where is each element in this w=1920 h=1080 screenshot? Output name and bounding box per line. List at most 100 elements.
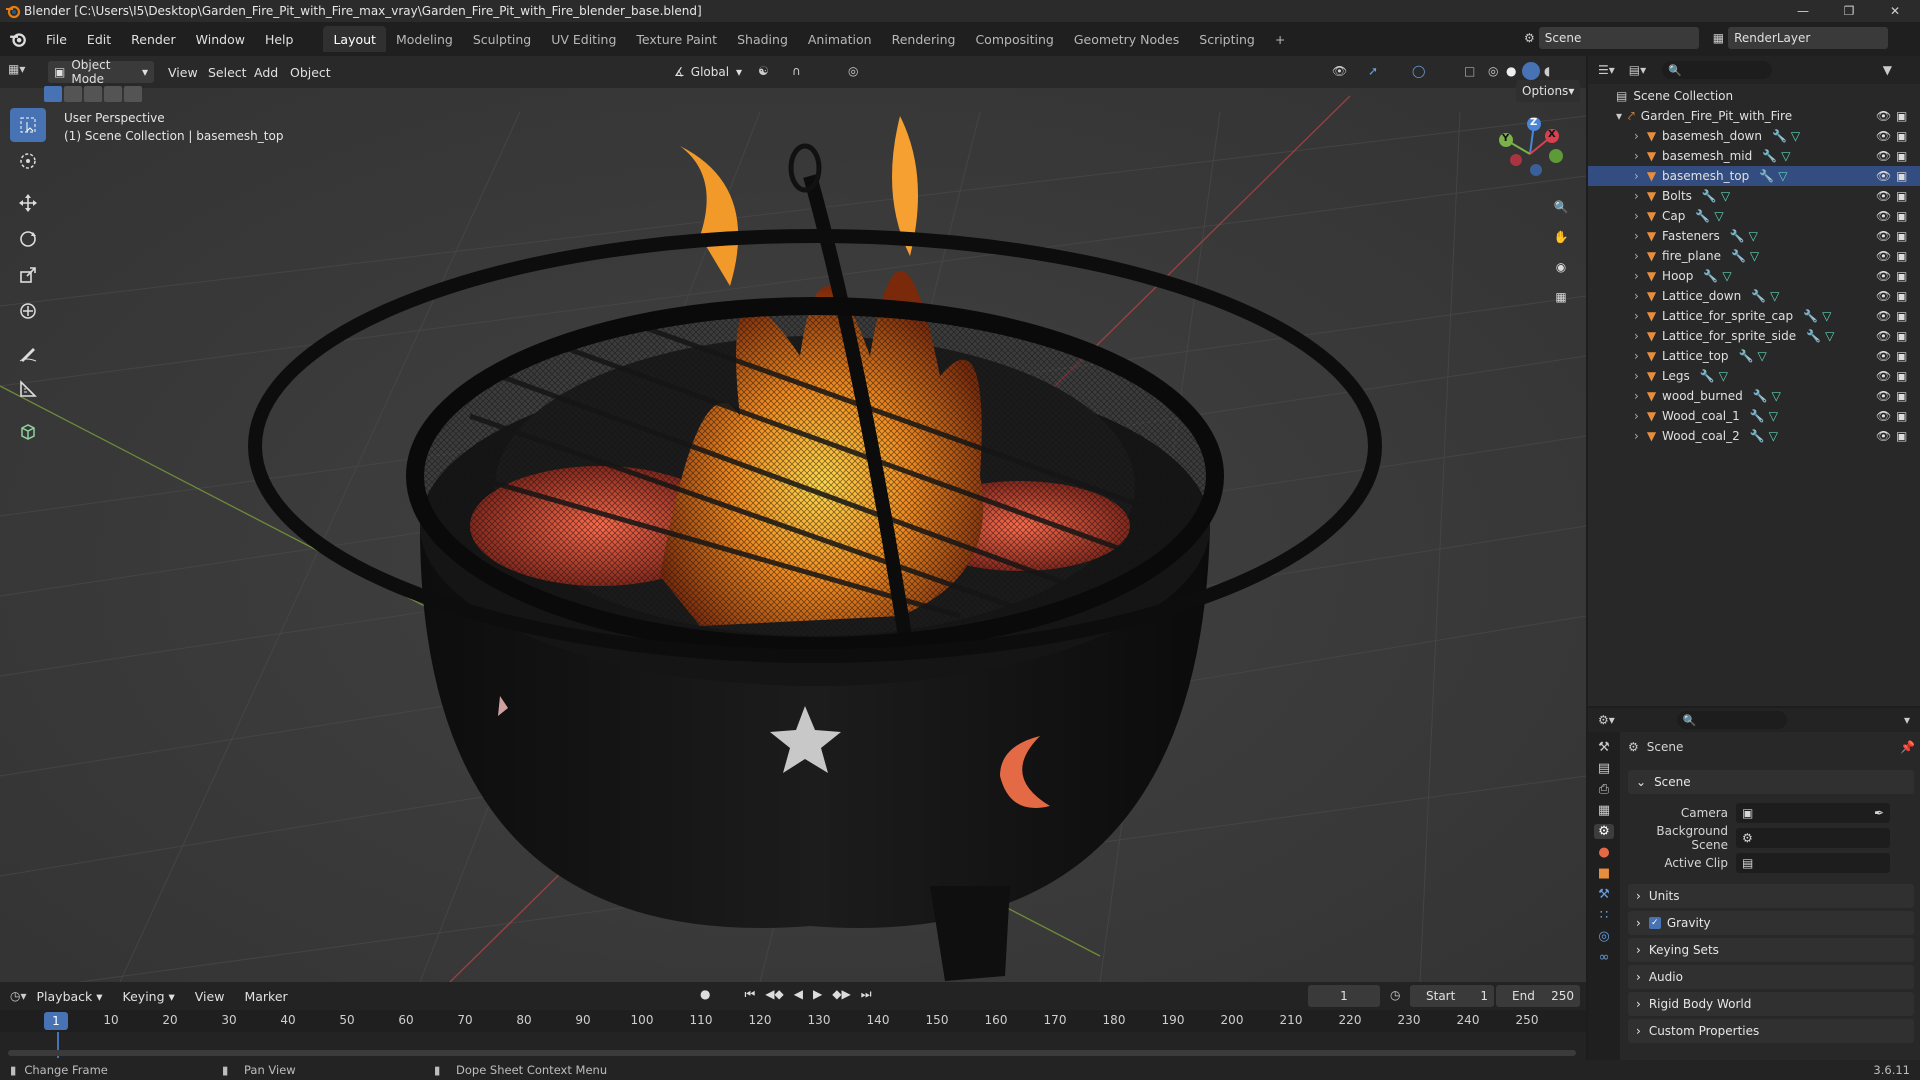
- zoom-icon[interactable]: 🔍: [1550, 196, 1572, 218]
- chevron-right-icon[interactable]: ›: [1634, 269, 1639, 283]
- display-mode-icon[interactable]: ▤▾: [1629, 63, 1646, 77]
- mesh-data-icon[interactable]: ▽: [1749, 229, 1758, 243]
- eye-icon[interactable]: 👁: [1876, 249, 1891, 263]
- object-tab-icon[interactable]: ■: [1598, 866, 1610, 881]
- mesh-data-icon[interactable]: ▽: [1772, 389, 1781, 403]
- modifier-wrench-icon[interactable]: 🔧: [1750, 409, 1765, 423]
- camera-view-icon[interactable]: ◉: [1550, 256, 1572, 278]
- ortho-grid-icon[interactable]: ▦: [1550, 286, 1572, 308]
- snap-magnet-icon[interactable]: ∩: [792, 64, 801, 78]
- eye-icon[interactable]: 👁: [1876, 289, 1891, 303]
- menu-file[interactable]: File: [36, 22, 77, 56]
- blender-menu-icon[interactable]: [0, 30, 36, 48]
- camera-render-icon[interactable]: ▣: [1896, 229, 1907, 243]
- world-tab-icon[interactable]: ●: [1598, 845, 1609, 860]
- audio-panel-header[interactable]: › Audio: [1628, 965, 1914, 989]
- chevron-right-icon[interactable]: ›: [1634, 429, 1639, 443]
- modifier-wrench-icon[interactable]: 🔧: [1731, 249, 1746, 263]
- tab-geometry-nodes[interactable]: Geometry Nodes: [1064, 26, 1189, 52]
- camera-field[interactable]: ▣ ✒: [1736, 803, 1890, 823]
- scene-icon[interactable]: ⚙: [1524, 31, 1535, 45]
- eyedropper-icon[interactable]: ✒: [1874, 806, 1884, 820]
- modifier-wrench-icon[interactable]: 🔧: [1772, 129, 1787, 143]
- timeline-scrollbar[interactable]: [8, 1050, 1576, 1056]
- outliner-search-input[interactable]: 🔍: [1662, 61, 1773, 79]
- gravity-panel-header[interactable]: › ✓ Gravity: [1628, 911, 1914, 935]
- eye-icon[interactable]: 👁: [1876, 109, 1891, 123]
- outliner-item[interactable]: › ▼ wood_burned 🔧 ▽ 👁 ▣: [1588, 386, 1920, 406]
- outliner-scene-collection[interactable]: ▤ Scene Collection: [1588, 86, 1920, 106]
- eye-icon[interactable]: 👁: [1876, 209, 1891, 223]
- select-intersect-icon[interactable]: [124, 86, 142, 102]
- mesh-data-icon[interactable]: ▽: [1770, 289, 1779, 303]
- start-frame-field[interactable]: Start 1: [1410, 985, 1494, 1007]
- active-clip-field[interactable]: ▤: [1736, 853, 1890, 873]
- tab-layout[interactable]: Layout: [323, 26, 386, 52]
- rendered-shading-icon[interactable]: ◖: [1544, 64, 1550, 78]
- modifier-wrench-icon[interactable]: 🔧: [1702, 189, 1717, 203]
- eye-icon[interactable]: 👁: [1876, 189, 1891, 203]
- outliner-item[interactable]: › ▼ Legs 🔧 ▽ 👁 ▣: [1588, 366, 1920, 386]
- view-layer-selector[interactable]: RenderLayer: [1728, 27, 1889, 49]
- outliner-item[interactable]: › ▼ basemesh_top 🔧 ▽ 👁 ▣: [1588, 166, 1920, 186]
- modifier-wrench-icon[interactable]: 🔧: [1751, 289, 1766, 303]
- mesh-data-icon[interactable]: ▽: [1722, 269, 1731, 283]
- modifier-wrench-icon[interactable]: 🔧: [1803, 309, 1818, 323]
- chevron-right-icon[interactable]: ›: [1634, 169, 1639, 183]
- modifier-wrench-icon[interactable]: 🔧: [1759, 169, 1774, 183]
- modifier-tab-icon[interactable]: ⚒: [1598, 887, 1610, 902]
- eye-icon[interactable]: 👁: [1876, 349, 1891, 363]
- timeline-menu-playback[interactable]: Playback ▾: [27, 982, 113, 1010]
- stopwatch-icon[interactable]: ◷: [1390, 988, 1400, 1002]
- units-panel-header[interactable]: › Units: [1628, 884, 1914, 908]
- camera-render-icon[interactable]: ▣: [1896, 349, 1907, 363]
- timeline-menu-marker[interactable]: Marker: [234, 982, 297, 1010]
- outliner-item[interactable]: › ▼ Lattice_down 🔧 ▽ 👁 ▣: [1588, 286, 1920, 306]
- camera-render-icon[interactable]: ▣: [1896, 149, 1907, 163]
- rigid-body-world-panel-header[interactable]: › Rigid Body World: [1628, 992, 1914, 1016]
- camera-render-icon[interactable]: ▣: [1896, 209, 1907, 223]
- tab-compositing[interactable]: Compositing: [965, 26, 1063, 52]
- modifier-wrench-icon[interactable]: 🔧: [1753, 389, 1768, 403]
- record-icon[interactable]: ●: [700, 987, 710, 1002]
- mesh-data-icon[interactable]: ▽: [1822, 309, 1831, 323]
- restore-icon[interactable]: ❐: [1826, 0, 1872, 22]
- view-layer-tab-icon[interactable]: ▦: [1598, 803, 1610, 818]
- modifier-wrench-icon[interactable]: 🔧: [1695, 209, 1710, 223]
- rotate-tool[interactable]: [10, 222, 46, 256]
- pin-icon[interactable]: 📌: [1900, 740, 1915, 754]
- add-cube-tool[interactable]: [10, 414, 46, 448]
- camera-render-icon[interactable]: ▣: [1896, 189, 1907, 203]
- render-layer-icon[interactable]: ▦: [1713, 31, 1724, 45]
- chevron-right-icon[interactable]: ›: [1634, 369, 1639, 383]
- camera-render-icon[interactable]: ▣: [1896, 409, 1907, 423]
- gizmo-toggle-icon[interactable]: ➚: [1368, 64, 1378, 78]
- tab-scripting[interactable]: Scripting: [1189, 26, 1265, 52]
- wireframe-shading-icon[interactable]: ◎: [1488, 64, 1498, 78]
- outliner-item[interactable]: › ▼ Wood_coal_1 🔧 ▽ 👁 ▣: [1588, 406, 1920, 426]
- cursor-tool[interactable]: [10, 144, 46, 178]
- visibility-icon[interactable]: 👁: [1332, 64, 1347, 78]
- eye-icon[interactable]: 👁: [1876, 389, 1891, 403]
- move-tool[interactable]: [10, 186, 46, 220]
- chevron-right-icon[interactable]: ›: [1634, 409, 1639, 423]
- chevron-down-icon[interactable]: ▾: [1904, 713, 1910, 727]
- annotate-tool[interactable]: [10, 336, 46, 370]
- select-invert-icon[interactable]: [104, 86, 122, 102]
- outliner-item[interactable]: › ▼ Lattice_for_sprite_cap 🔧 ▽ 👁 ▣: [1588, 306, 1920, 326]
- scene-tab-icon[interactable]: ⚙: [1594, 824, 1614, 839]
- mesh-data-icon[interactable]: ▽: [1721, 189, 1730, 203]
- mesh-data-icon[interactable]: ▽: [1778, 169, 1787, 183]
- timeline-menu-keying[interactable]: Keying ▾: [113, 982, 185, 1010]
- camera-render-icon[interactable]: ▣: [1896, 289, 1907, 303]
- select-extend-icon[interactable]: [64, 86, 82, 102]
- prev-keyframe-icon[interactable]: ◀◆: [765, 987, 783, 1002]
- tab-modeling[interactable]: Modeling: [386, 26, 463, 52]
- outliner-item[interactable]: › ▼ Wood_coal_2 🔧 ▽ 👁 ▣: [1588, 426, 1920, 446]
- mesh-data-icon[interactable]: ▽: [1714, 209, 1723, 223]
- output-tab-icon[interactable]: ⎙: [1599, 782, 1609, 797]
- scene-selector[interactable]: Scene: [1538, 27, 1699, 49]
- tab-uv-editing[interactable]: UV Editing: [541, 26, 626, 52]
- minimize-icon[interactable]: —: [1780, 0, 1826, 22]
- timeline-menu-view[interactable]: View: [185, 982, 235, 1010]
